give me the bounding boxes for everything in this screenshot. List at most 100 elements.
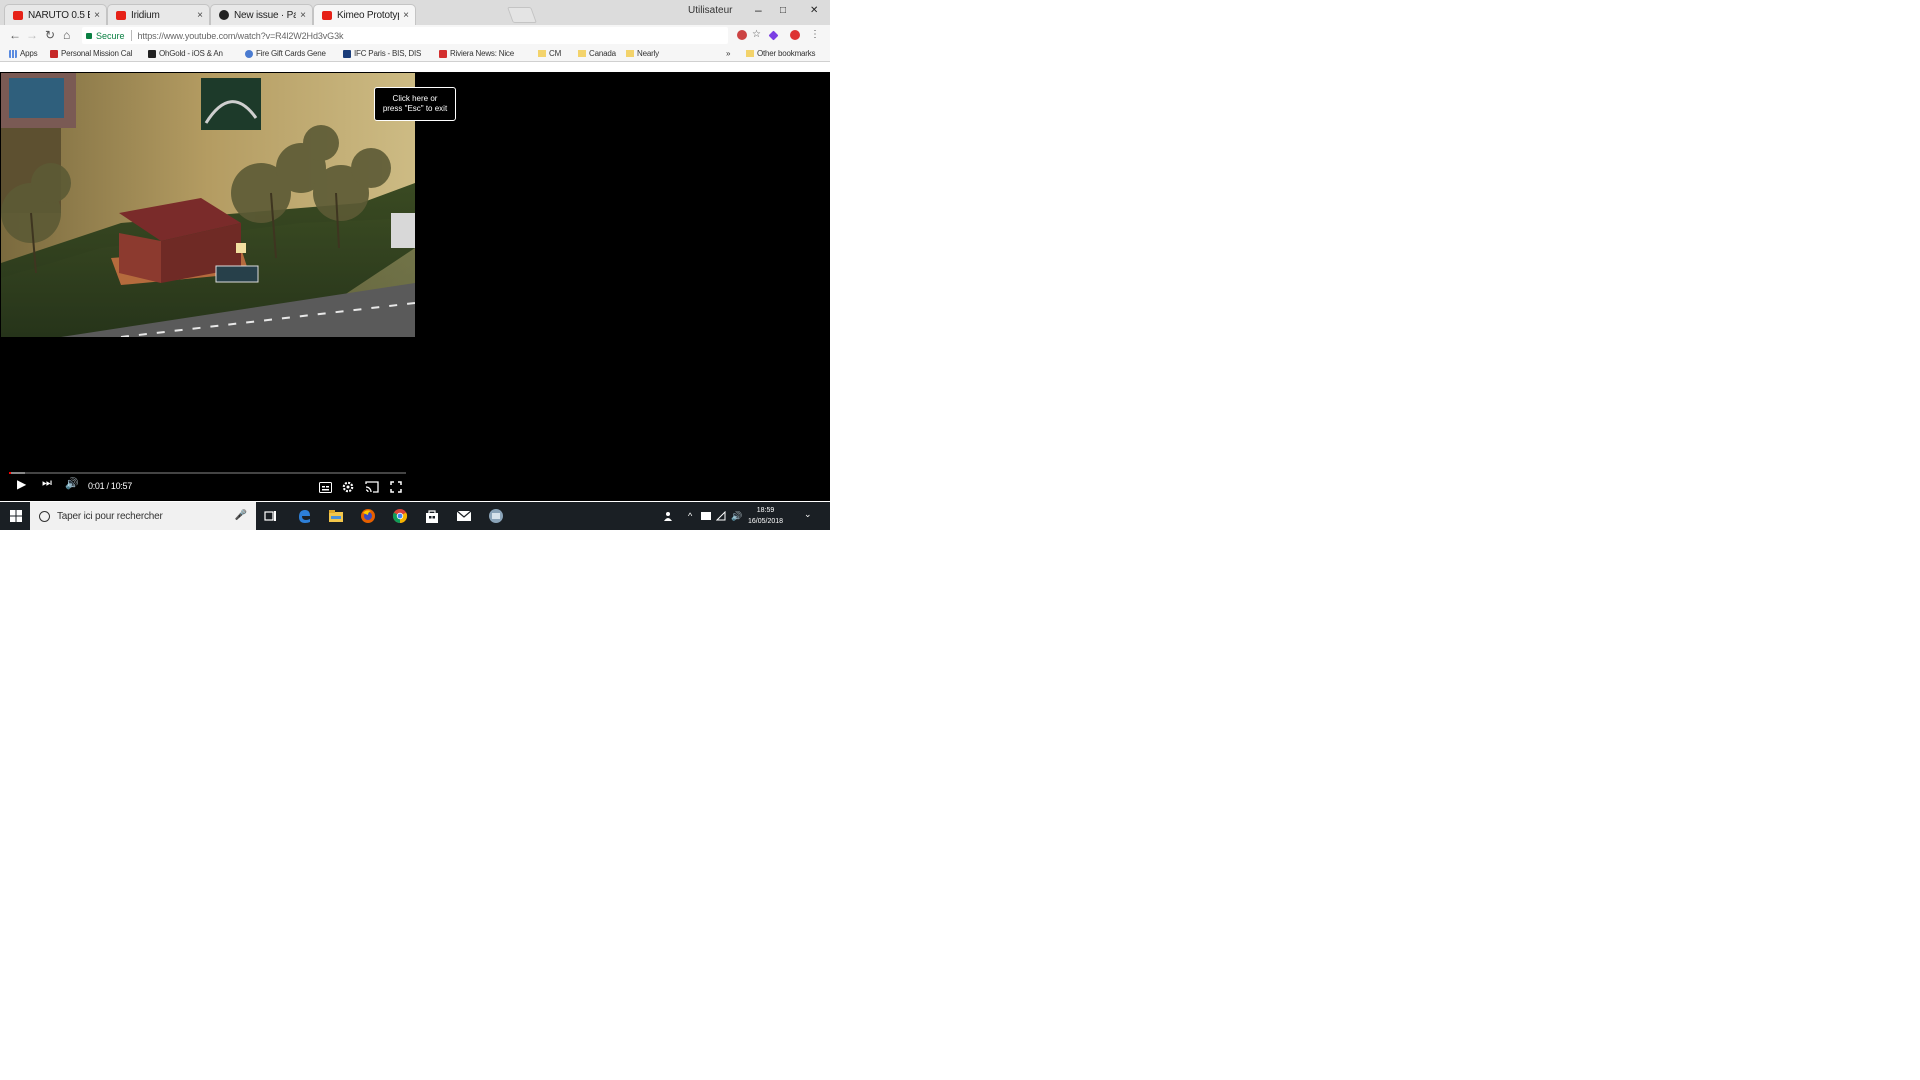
other-bookmarks[interactable]: Other bookmarks	[746, 49, 816, 58]
close-tab-icon[interactable]: ×	[197, 10, 203, 21]
address-bar[interactable]: Secure https://www.youtube.com/watch?v=R…	[82, 27, 728, 44]
forward-button[interactable]: →	[26, 28, 38, 42]
chrome-icon[interactable]	[392, 508, 408, 524]
bookmarks-bar: Apps Personal Mission Cal OhGold - iOS &…	[0, 47, 830, 62]
video-player[interactable]: Click here or press "Esc" to exit ▶ ⏭ 🔊 …	[0, 72, 830, 501]
close-tab-icon[interactable]: ×	[94, 10, 100, 21]
bookmark-label: Other bookmarks	[757, 49, 816, 58]
tab-2[interactable]: New issue · ParticleCore ×	[210, 4, 313, 25]
tab-0[interactable]: NARUTO 0.5 BARAGE ×	[4, 4, 107, 25]
tab-title: Iridium	[131, 9, 160, 21]
new-tab-button[interactable]	[507, 7, 537, 23]
bookmark-folder-canada[interactable]: Canada	[578, 49, 616, 58]
network-icon[interactable]	[716, 511, 726, 521]
url-text[interactable]: https://www.youtube.com/watch?v=R4l2W2Hd…	[138, 31, 344, 41]
close-tab-icon[interactable]: ×	[403, 10, 409, 21]
bookmark-folder-nearly[interactable]: Nearly	[626, 49, 659, 58]
tooltip-line-2: press "Esc" to exit	[382, 104, 448, 113]
extension-play-icon[interactable]	[768, 30, 779, 41]
next-button[interactable]: ⏭	[42, 477, 52, 490]
home-button[interactable]: ⌂	[63, 28, 70, 42]
star-icon[interactable]: ☆	[752, 30, 761, 40]
bookmark-2[interactable]: OhGold - iOS & An	[148, 49, 223, 58]
tab-title: NARUTO 0.5 BARAGE	[28, 9, 90, 21]
bookmark-icon	[439, 49, 447, 58]
apps-icon	[9, 49, 17, 58]
subtitles-icon[interactable]	[319, 482, 332, 493]
taskbar-search-box[interactable]: Taper ici pour rechercher 🎤	[30, 502, 256, 530]
task-view-icon[interactable]	[263, 508, 279, 524]
bookmark-label: Riviera News: Nice	[450, 49, 514, 58]
bookmark-5[interactable]: Riviera News: Nice	[439, 49, 514, 58]
bookmark-icon	[50, 49, 58, 58]
bookmark-4[interactable]: IFC Paris - BIS, DIS	[343, 49, 421, 58]
tooltip-line-1: Click here or	[392, 94, 438, 103]
reload-button[interactable]: ↻	[45, 28, 55, 42]
bookmark-icon	[245, 49, 253, 58]
divider	[130, 30, 132, 41]
bookmark-icon	[148, 49, 156, 58]
menu-icon[interactable]: ⋮	[810, 30, 820, 40]
lock-icon	[86, 32, 92, 39]
bookmark-label: CM	[549, 49, 562, 58]
folder-icon	[538, 50, 546, 57]
clock-time: 18:59	[756, 507, 775, 514]
play-button[interactable]: ▶	[17, 477, 26, 491]
close-window-icon[interactable]: ✕	[810, 5, 818, 16]
close-tab-icon[interactable]: ×	[300, 10, 306, 21]
windows-taskbar: Taper ici pour rechercher 🎤 ^ 🔊 18:59 16…	[0, 502, 830, 530]
bookmark-label: OhGold - iOS & An	[159, 49, 223, 58]
edge-browser-icon[interactable]	[296, 508, 312, 524]
microphone-icon[interactable]: 🎤	[235, 510, 247, 521]
back-button[interactable]: ←	[9, 28, 21, 42]
bookmark-icon	[343, 49, 351, 58]
folder-icon	[578, 50, 586, 57]
bookmark-label: Canada	[589, 49, 616, 58]
store-icon[interactable]	[424, 508, 440, 524]
bookmarks-overflow-button[interactable]: »	[726, 49, 730, 58]
browser-toolbar: ← → ↻ ⌂ Secure https://www.youtube.com/w…	[0, 25, 830, 47]
bookmark-label: Apps	[20, 49, 38, 58]
progress-buffered	[11, 472, 25, 474]
mail-icon[interactable]	[456, 508, 472, 524]
screenshot: NARUTO 0.5 BARAGE × Iridium × New issue …	[0, 0, 830, 530]
bookmark-1[interactable]: Personal Mission Cal	[50, 49, 132, 58]
youtube-icon	[116, 10, 126, 20]
tab-title: Kimeo Prototype tumbl	[337, 9, 399, 21]
video-frame[interactable]	[1, 73, 415, 337]
tab-1[interactable]: Iridium ×	[107, 4, 210, 25]
secure-label: Secure	[96, 30, 125, 41]
extension-icon[interactable]	[737, 30, 747, 40]
folder-icon	[746, 50, 754, 57]
bookmark-label: Nearly	[637, 49, 659, 58]
clock-date: 16/05/2018	[748, 518, 784, 525]
game-app-icon[interactable]	[488, 508, 504, 524]
tab-3-active[interactable]: Kimeo Prototype tumbl ×	[313, 4, 416, 25]
github-icon	[219, 10, 229, 20]
profile-name[interactable]: Utilisateur	[688, 5, 732, 16]
action-center-icon[interactable]: ⌄	[804, 509, 812, 520]
bookmark-apps[interactable]: Apps	[9, 49, 38, 58]
cast-icon[interactable]	[365, 481, 379, 493]
volume-tray-icon[interactable]: 🔊	[731, 511, 742, 522]
tray-overflow-button[interactable]: ^	[688, 511, 692, 521]
youtube-icon	[13, 10, 23, 20]
fullscreen-icon[interactable]	[390, 481, 402, 493]
minimize-icon[interactable]: –	[755, 3, 762, 17]
extension-badge-icon[interactable]	[790, 30, 800, 40]
bookmark-label: Fire Gift Cards Gene	[256, 49, 326, 58]
bookmark-folder-cm[interactable]: CM	[538, 49, 561, 58]
video-progress-bar[interactable]	[9, 472, 406, 474]
settings-icon[interactable]	[342, 481, 354, 493]
volume-button[interactable]: 🔊	[65, 477, 79, 490]
maximize-icon[interactable]: □	[780, 5, 786, 16]
file-explorer-icon[interactable]	[328, 508, 344, 524]
windows-start-icon[interactable]	[10, 510, 22, 522]
taskbar-clock[interactable]: 18:59 16/05/2018	[748, 505, 783, 527]
firefox-icon[interactable]	[360, 508, 376, 524]
bookmark-3[interactable]: Fire Gift Cards Gene	[245, 49, 326, 58]
battery-icon[interactable]	[701, 512, 712, 520]
people-icon[interactable]	[663, 511, 673, 521]
bookmark-label: IFC Paris - BIS, DIS	[354, 49, 422, 58]
fullscreen-exit-tooltip[interactable]: Click here or press "Esc" to exit	[374, 87, 456, 121]
